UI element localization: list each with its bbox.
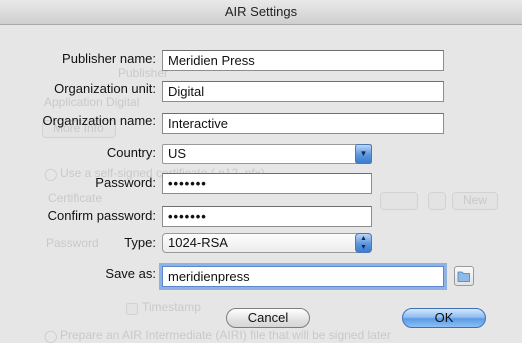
organization-unit-field[interactable] [162, 81, 444, 102]
up-down-arrows-icon[interactable]: ▲ ▼ [355, 233, 372, 253]
ghost-prepare: Prepare an AIR Intermediate (AIRI) file … [60, 328, 391, 342]
ghost-cert-select [380, 192, 418, 210]
password-field[interactable] [162, 173, 372, 194]
save-as-label: Save as: [105, 266, 156, 281]
ghost-password: Password [46, 236, 99, 250]
country-select[interactable]: US ▼ [162, 144, 372, 164]
folder-icon [457, 271, 470, 282]
ghost-new: New [463, 193, 488, 207]
type-select[interactable]: 1024-RSA ▲ ▼ [162, 233, 372, 253]
ok-button[interactable]: OK [402, 308, 486, 328]
organization-name-field[interactable] [162, 113, 444, 134]
type-value: 1024-RSA [168, 235, 228, 250]
ghost-app-digital: Application Digital [44, 95, 140, 109]
publisher-name-field[interactable] [162, 50, 444, 71]
confirm-password-label: Confirm password: [47, 208, 156, 223]
ghost-radio: ◯ [44, 167, 58, 181]
organization-unit-label: Organization unit: [54, 81, 156, 96]
ghost-certificate: Certificate [48, 191, 103, 205]
type-label: Type: [124, 235, 156, 250]
window-title: AIR Settings [224, 4, 298, 19]
ghost-info-button [428, 192, 446, 210]
organization-name-label: Organization name: [42, 113, 156, 128]
browse-button[interactable] [454, 266, 474, 286]
cancel-button[interactable]: Cancel [226, 308, 310, 328]
country-label: Country: [106, 145, 156, 160]
ghost-timestamp: Timestamp [142, 300, 201, 314]
title-bar: AIR Settings [0, 0, 522, 25]
ghost-timestamp-checkbox [126, 303, 138, 315]
ghost-new-button: New [452, 192, 498, 210]
save-as-field[interactable] [162, 266, 444, 287]
password-label: Password: [95, 175, 156, 190]
chevron-down-icon[interactable]: ▼ [355, 144, 372, 164]
publisher-name-label: Publisher name: [62, 51, 156, 66]
country-value: US [168, 146, 187, 161]
confirm-password-field[interactable] [162, 206, 372, 227]
ghost-publisher: Publisher [118, 66, 169, 80]
